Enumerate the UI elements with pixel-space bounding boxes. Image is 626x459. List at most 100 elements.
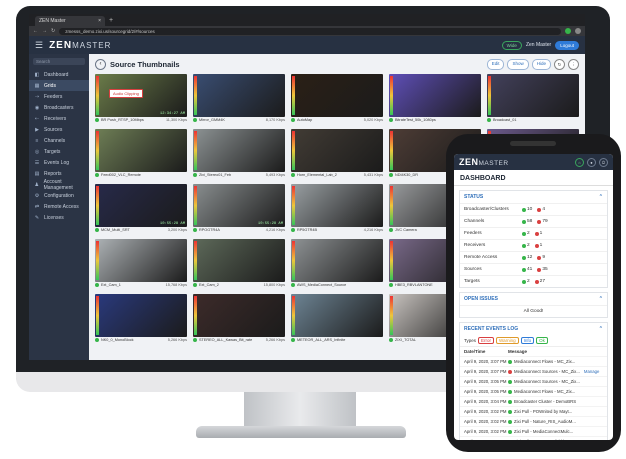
source-name[interactable]: Horn_Elemental_Lab_2 <box>297 173 337 177</box>
sidebar-item-remote-access[interactable]: ⇄ Remote Access <box>29 201 89 212</box>
event-row[interactable]: April 9, 2020, 3:05 PM Mediaconnect Sourc… <box>460 376 607 386</box>
browser-tab[interactable]: ZEN Master × <box>35 16 105 26</box>
sidebar-item-sources[interactable]: ▶ Sources <box>29 124 89 135</box>
sidebar-item-channels[interactable]: ≡ Channels <box>29 135 89 146</box>
thumbnail-card[interactable]: AWS_MediaConnect_Source <box>291 239 383 288</box>
reload-icon[interactable]: ↻ <box>51 28 55 34</box>
profile-icon[interactable] <box>575 28 581 34</box>
sidebar-item-grids[interactable]: ▦ Grids <box>29 80 89 91</box>
wide-toggle-button[interactable]: Wide <box>501 40 522 50</box>
back-button[interactable]: ‹ <box>95 58 106 70</box>
thumbnail-image[interactable] <box>291 294 383 337</box>
thumbnail-image[interactable]: 10:55:28 AM <box>95 184 187 227</box>
source-name[interactable]: NK0_0_MonoBlock <box>101 338 134 342</box>
event-row[interactable]: April 9, 2020, 3:07 PM Mediaconnect Sourc… <box>460 366 607 376</box>
status-row[interactable]: Targets 2 27 <box>460 275 607 287</box>
status-row[interactable]: Receivers 2 1 <box>460 239 607 251</box>
source-name[interactable]: HBE3_RBVLANTONE <box>395 283 433 287</box>
sidebar-item-targets[interactable]: ◎ Targets <box>29 146 89 157</box>
event-row[interactable]: April 9, 2020, 3:02 PM Zixi Pull - JVC_DD… <box>460 436 607 440</box>
thumbnail-card[interactable]: NK0_0_MonoBlock 5,266 Kbps <box>95 294 187 343</box>
more-icon[interactable]: ⋮ <box>568 58 579 70</box>
sidebar-item-account-management[interactable]: ♟ Account Management <box>29 179 89 191</box>
event-row[interactable]: April 9, 2020, 3:02 PM Zixi Pull - Nature… <box>460 416 607 426</box>
thumbnail-image[interactable] <box>95 129 187 172</box>
thumbnail-card[interactable]: Feed002_VLC_Remote <box>95 129 187 178</box>
sidebar-item-configuration[interactable]: ⚙ Configuration <box>29 190 89 201</box>
status-row[interactable]: Sources 41 35 <box>460 263 607 275</box>
thumbnail-card[interactable]: RP5GTR4B 4,216 Kbps <box>291 184 383 233</box>
thumbnail-card[interactable]: Ext_Cam_2 15,800 Kbps <box>193 239 285 288</box>
source-name[interactable]: RPOGTR4A <box>199 228 220 232</box>
network-icon[interactable]: ⌂ <box>575 157 584 167</box>
source-name[interactable]: Ext_Cam_2 <box>199 283 219 287</box>
sidebar-search-input[interactable]: Search <box>33 58 85 65</box>
thumbnail-card[interactable]: Mirror_GMM4K 8,170 Kbps <box>193 74 285 123</box>
collapse-icon[interactable]: ⌃ <box>599 326 603 332</box>
thumbnail-image[interactable] <box>291 184 383 227</box>
source-name[interactable]: BitrateTest_50k_1080ps <box>395 118 436 122</box>
thumbnail-card[interactable]: 10:55:28 AM MCM_Multi_SRT 3,200 Kbps <box>95 184 187 233</box>
show-button[interactable]: Show <box>507 58 529 70</box>
thumbnail-image[interactable] <box>389 74 481 117</box>
hide-button[interactable]: Hide <box>531 58 551 70</box>
thumbnail-card[interactable]: STEREO_ALL_Kawas_Bit_rate 5,266 Kbps <box>193 294 285 343</box>
source-name[interactable]: Feed002_VLC_Remote <box>101 173 141 177</box>
logout-icon[interactable]: ⏻ <box>599 157 608 167</box>
source-name[interactable]: Mirror_GMM4K <box>199 118 225 122</box>
thumbnail-image[interactable] <box>95 294 187 337</box>
status-row[interactable]: Channels 58 79 <box>460 215 607 227</box>
refresh-icon[interactable]: ↻ <box>554 58 565 70</box>
collapse-icon[interactable]: ⌃ <box>599 194 603 200</box>
source-name[interactable]: BR Push_RTSP_10Mbps <box>101 118 144 122</box>
filter-info[interactable]: Info <box>520 337 535 344</box>
sidebar-item-broadcasters[interactable]: ◉ Broadcasters <box>29 102 89 113</box>
thumbnail-card[interactable]: METEOR_ALL_ARS_Infinite <box>291 294 383 343</box>
thumbnail-image[interactable] <box>193 129 285 172</box>
source-name[interactable]: JVC Camera <box>395 228 417 232</box>
event-row[interactable]: April 9, 2020, 3:07 PM Mediaconnect Flows… <box>460 356 607 366</box>
thumbnail-card[interactable]: Broadcast_01 <box>487 74 579 123</box>
user-menu[interactable]: Zen Master <box>526 42 551 48</box>
sidebar-item-receivers[interactable]: ⇠ Receivers <box>29 113 89 124</box>
event-row[interactable]: April 9, 2020, 3:02 PM Zixi Pull - POWnit… <box>460 406 607 416</box>
thumbnail-card[interactable]: Horn_Elemental_Lab_2 5,431 Kbps <box>291 129 383 178</box>
sidebar-item-reports[interactable]: ▤ Reports <box>29 168 89 179</box>
user-icon[interactable]: ● <box>587 157 596 167</box>
thumbnail-image[interactable]: Audio Clipping 12:34:27 AM <box>95 74 187 117</box>
source-name[interactable]: NDI4K30_DR <box>395 173 418 177</box>
thumbnail-image[interactable]: 10:55:28 AM <box>193 184 285 227</box>
sidebar-item-dashboard[interactable]: ◧ Dashboard <box>29 69 89 80</box>
thumbnail-image[interactable] <box>291 129 383 172</box>
source-name[interactable]: METEOR_ALL_ARS_Infinite <box>297 338 345 342</box>
status-panel-header[interactable]: STATUS ⌃ <box>460 191 607 203</box>
sidebar-item-feeders[interactable]: ⇢ Feeders <box>29 91 89 102</box>
forward-arrow-icon[interactable]: → <box>42 28 47 34</box>
thumbnail-card[interactable]: Ext_Cam_1 15,768 Kbps <box>95 239 187 288</box>
collapse-icon[interactable]: ⌃ <box>599 296 603 302</box>
manage-link[interactable]: Manage <box>584 369 600 374</box>
edit-button[interactable]: Edit <box>486 58 505 70</box>
source-name[interactable]: RP5GTR4B <box>297 228 317 232</box>
issues-panel-header[interactable]: OPEN ISSUES ⌃ <box>460 293 607 305</box>
menu-icon[interactable]: ☰ <box>35 40 43 51</box>
back-arrow-icon[interactable]: ← <box>33 28 38 34</box>
thumbnail-card[interactable]: 10:55:28 AM RPOGTR4A 4,216 Kbps <box>193 184 285 233</box>
source-name[interactable]: AutoMap <box>297 118 312 122</box>
source-name[interactable]: ZIXI_TOTAL <box>395 338 416 342</box>
event-row[interactable]: April 9, 2020, 3:02 PM Zixi Pull - MediaC… <box>460 426 607 436</box>
thumbnail-card[interactable]: Zixi_Stereo01_Feb 5,493 Kbps <box>193 129 285 178</box>
source-name[interactable]: Zixi_Stereo01_Feb <box>199 173 231 177</box>
thumbnail-image[interactable] <box>193 294 285 337</box>
events-panel-header[interactable]: RECENT EVENTS LOG ⌃ <box>460 323 607 335</box>
thumbnail-card[interactable]: AutoMap 5,020 Kbps <box>291 74 383 123</box>
source-name[interactable]: AWS_MediaConnect_Source <box>297 283 346 287</box>
thumbnail-image[interactable] <box>487 74 579 117</box>
thumbnail-image[interactable] <box>193 74 285 117</box>
event-row[interactable]: April 9, 2020, 3:04 PM Broadcaster Cluste… <box>460 396 607 406</box>
thumbnail-image[interactable] <box>291 239 383 282</box>
event-row[interactable]: April 9, 2020, 3:05 PM Mediaconnect Flows… <box>460 386 607 396</box>
thumbnail-image[interactable] <box>291 74 383 117</box>
status-row[interactable]: Broadcaster/Clusters 10 4 <box>460 203 607 215</box>
thumbnail-card[interactable]: Audio Clipping 12:34:27 AM BR Push_RTSP_10… <box>95 74 187 123</box>
